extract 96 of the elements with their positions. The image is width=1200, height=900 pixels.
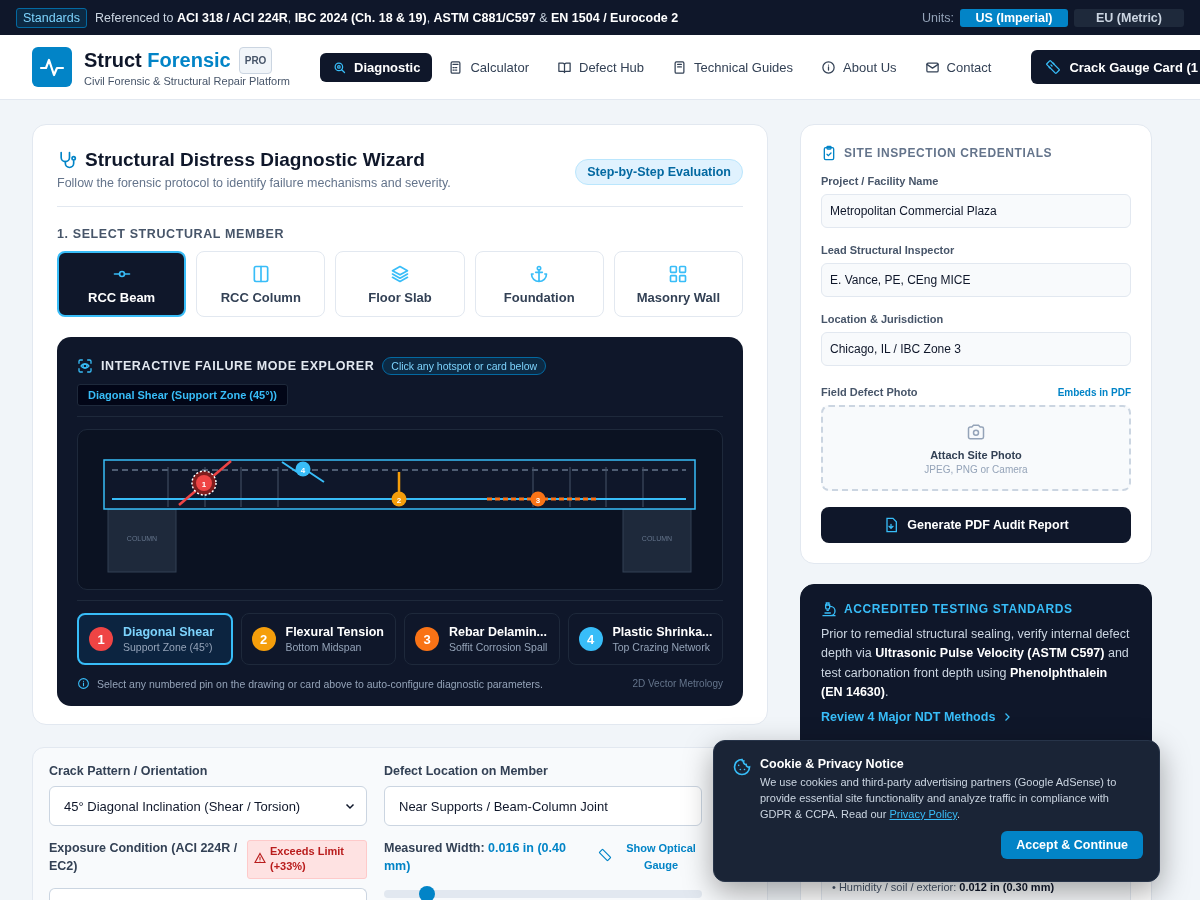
calculator-icon bbox=[448, 59, 464, 75]
text-field[interactable]: Chicago, IL / IBC Zone 3 bbox=[821, 332, 1131, 366]
info-icon bbox=[821, 59, 837, 75]
crack-gauge-button[interactable]: Crack Gauge Card (1 bbox=[1031, 50, 1200, 84]
standards-badge: Standards bbox=[16, 7, 87, 28]
mode-number: 3 bbox=[415, 627, 439, 651]
failure-mode-card[interactable]: 2 Flexural Tension Bottom Midspan bbox=[240, 613, 396, 665]
field-label: Lead Structural Inspector bbox=[821, 244, 956, 256]
ruler-icon bbox=[598, 848, 612, 862]
measured-width-label: Measured Width: 0.016 in (0.40 mm) bbox=[384, 840, 567, 875]
embeds-note: Embeds in PDF bbox=[1057, 386, 1131, 398]
accept-button[interactable]: Accept & Continue bbox=[1001, 830, 1143, 859]
warning-icon bbox=[254, 852, 266, 864]
member-option[interactable]: Floor Slab bbox=[335, 251, 465, 317]
ruler-icon bbox=[1045, 59, 1062, 75]
testing-text: Prior to remedial structural sealing, verify internal defect depth via Ultrasonic Pulse Velocity (ASTM C597) and test carbonation front depth using Phenolphthalein (EN 14630). bbox=[821, 626, 1131, 702]
nav-tab[interactable]: Defect Hub bbox=[545, 52, 657, 82]
nav-tab[interactable]: Technical Guides bbox=[660, 52, 806, 82]
column-drawing bbox=[622, 508, 692, 573]
microscope-icon bbox=[821, 601, 837, 617]
mode-title: Plastic Shrinka... bbox=[612, 625, 713, 639]
crack-pattern-select[interactable]: 45° Diagonal Inclination (Shear / Torsion) bbox=[49, 786, 367, 826]
mode-subtitle: Top Crazing Network bbox=[612, 641, 711, 653]
standards-text: Referenced to ACI 318 / ACI 224R, IBC 2024 (Ch. 18 & 19), ASTM C881/C597 & EN 1504 / Eurocode 2 bbox=[95, 10, 679, 25]
brand-tagline: Civil Forensic & Structural Repair Platform bbox=[84, 75, 290, 87]
optical-gauge-link[interactable]: Show Optical Gauge bbox=[620, 840, 702, 873]
field-label: Field Defect Photo bbox=[821, 386, 918, 398]
nav-tab[interactable]: About Us bbox=[809, 52, 909, 82]
field-label: Exposure Condition (ACI 224R / EC2) bbox=[49, 840, 239, 875]
crack-line bbox=[397, 472, 401, 494]
stethoscope-icon bbox=[57, 150, 77, 170]
clipboard-check-icon bbox=[821, 145, 837, 161]
document-icon bbox=[672, 59, 688, 75]
section-label: 1. SELECT STRUCTURAL MEMBER bbox=[57, 227, 286, 241]
photo-dropzone[interactable]: Attach Site Photo JPEG, PNG or Camera bbox=[821, 405, 1131, 491]
explorer-title: INTERACTIVE FAILURE MODE EXPLORER bbox=[101, 359, 375, 373]
wizard-subtitle: Follow the forensic protocol to identify failure mechanisms and severity. bbox=[57, 176, 451, 190]
unit-toggle[interactable]: EU (Metric) bbox=[1074, 8, 1184, 27]
generate-report-button[interactable]: Generate PDF Audit Report bbox=[821, 507, 1131, 543]
cookie-text: We use cookies and third-party advertising partners (Google AdSense) to provide essential site functionality and analyze traffic in compliance with GDPR & CCPA. Read our Privacy Policy. bbox=[760, 775, 1118, 822]
brand-name: Struct Forensic bbox=[84, 49, 231, 72]
hotspot-pin[interactable]: 1 bbox=[191, 470, 217, 496]
location-field[interactable]: Near Supports / Beam-Column Joint bbox=[384, 786, 702, 826]
nav-tab[interactable]: Contact bbox=[912, 52, 1004, 82]
member-option[interactable]: Masonry Wall bbox=[613, 251, 743, 317]
mode-title: Rebar Delamin... bbox=[449, 625, 548, 639]
units-label: Units: bbox=[922, 10, 954, 25]
mail-icon bbox=[924, 59, 940, 75]
info-icon bbox=[77, 677, 90, 690]
evaluation-badge: Step-by-Step Evaluation bbox=[575, 159, 743, 185]
field-label: Crack Pattern / Orientation bbox=[49, 764, 209, 778]
field-label: Project / Facility Name bbox=[821, 175, 940, 187]
limit-warning-badge: Exceeds Limit (+33%) bbox=[247, 840, 367, 879]
logo-icon bbox=[32, 47, 72, 87]
mode-subtitle: Soffit Corrosion Spall bbox=[449, 641, 548, 653]
mode-title: Diagonal Shear bbox=[123, 625, 214, 639]
mode-number: 4 bbox=[578, 627, 603, 651]
field-label: Location & Jurisdiction bbox=[821, 313, 945, 325]
grid-icon bbox=[668, 263, 689, 284]
active-mode-label: Diagonal Shear (Support Zone (45°)) bbox=[77, 384, 288, 406]
text-field[interactable]: E. Vance, PE, CEng MICE bbox=[821, 263, 1131, 297]
failure-mode-card[interactable]: 4 Plastic Shrinka... Top Crazing Network bbox=[567, 613, 723, 665]
explorer-note: Select any numbered pin on the drawing or card above to auto-configure diagnostic parameters. bbox=[97, 677, 544, 690]
field-label: Defect Location on Member bbox=[384, 764, 549, 778]
failure-mode-card[interactable]: 3 Rebar Delamin... Soffit Corrosion Spall bbox=[404, 613, 560, 665]
failure-mode-card[interactable]: 1 Diagonal Shear Support Zone (45°) bbox=[77, 613, 233, 665]
credentials-title: SITE INSPECTION CREDENTIALS bbox=[844, 146, 1053, 160]
mode-subtitle: Bottom Midspan bbox=[285, 641, 363, 653]
mode-number: 2 bbox=[251, 627, 276, 651]
metrology-tag: 2D Vector Metrology bbox=[632, 678, 723, 689]
width-slider-thumb[interactable] bbox=[418, 886, 435, 900]
pro-badge: PRO bbox=[238, 47, 273, 74]
anchor-icon bbox=[529, 263, 550, 284]
member-option[interactable]: RCC Column bbox=[196, 251, 326, 317]
wizard-title: Structural Distress Diagnostic Wizard bbox=[85, 149, 425, 171]
crack-line bbox=[178, 460, 232, 506]
testing-title: ACCREDITED TESTING STANDARDS bbox=[844, 602, 1073, 616]
mode-title: Flexural Tension bbox=[285, 625, 384, 639]
unit-toggle[interactable]: US (Imperial) bbox=[960, 8, 1068, 27]
mode-number: 1 bbox=[89, 627, 113, 651]
ndt-methods-link[interactable]: Review 4 Major NDT Methods bbox=[821, 709, 1014, 724]
cookie-title: Cookie & Privacy Notice bbox=[760, 757, 905, 771]
scan-icon bbox=[77, 358, 93, 374]
layers-icon bbox=[390, 263, 410, 284]
column-drawing bbox=[107, 508, 177, 573]
member-option[interactable]: RCC Beam bbox=[57, 251, 187, 317]
member-option[interactable]: Foundation bbox=[474, 251, 604, 317]
cookie-icon bbox=[732, 757, 752, 777]
file-download-icon bbox=[883, 517, 900, 533]
nav-tab[interactable]: Diagnostic bbox=[320, 52, 433, 82]
book-icon bbox=[557, 59, 572, 75]
nav-tab[interactable]: Calculator bbox=[436, 52, 541, 82]
crack-line bbox=[281, 461, 325, 483]
mode-subtitle: Support Zone (45°) bbox=[123, 641, 214, 653]
hint-badge: Click any hotspot or card below bbox=[382, 357, 547, 375]
text-field[interactable]: Metropolitan Commercial Plaza bbox=[821, 194, 1131, 228]
